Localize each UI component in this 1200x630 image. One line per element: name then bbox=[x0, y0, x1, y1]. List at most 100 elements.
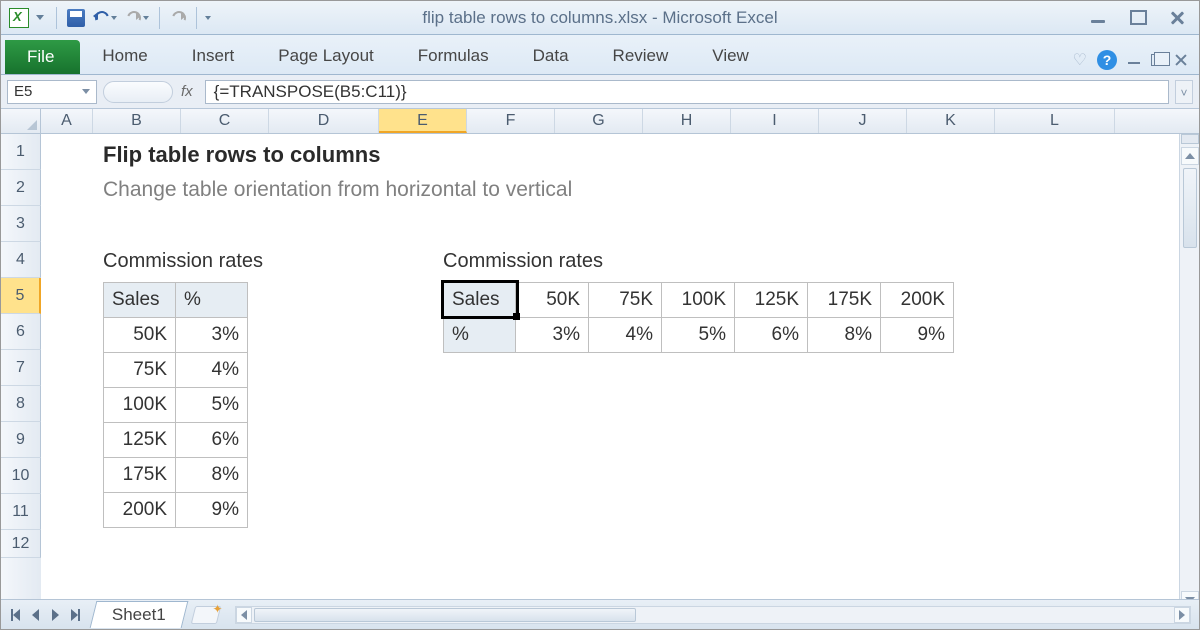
tab-view[interactable]: View bbox=[690, 38, 771, 74]
row-header-1[interactable]: 1 bbox=[1, 134, 41, 170]
col-header-F[interactable]: F bbox=[467, 109, 555, 133]
chevron-down-icon bbox=[111, 16, 117, 20]
cell[interactable]: 50K bbox=[104, 318, 176, 353]
formula-bar: E5 fx {=TRANSPOSE(B5:C11)} bbox=[1, 75, 1199, 109]
cell[interactable]: 175K bbox=[104, 458, 176, 493]
col-header-H[interactable]: H bbox=[643, 109, 731, 133]
tab-review[interactable]: Review bbox=[591, 38, 691, 74]
split-handle[interactable] bbox=[1181, 134, 1199, 144]
name-box[interactable]: E5 bbox=[7, 80, 97, 104]
scroll-up-button[interactable] bbox=[1181, 147, 1199, 165]
save-button[interactable] bbox=[64, 7, 88, 29]
cell[interactable]: 50K bbox=[516, 283, 589, 318]
first-sheet-button[interactable] bbox=[5, 605, 25, 625]
undo-button[interactable] bbox=[90, 9, 120, 27]
cell[interactable]: 175K bbox=[808, 283, 881, 318]
cell[interactable]: 100K bbox=[104, 388, 176, 423]
cell[interactable]: 6% bbox=[735, 318, 808, 353]
cell[interactable]: 9% bbox=[176, 493, 248, 528]
customize-qat-icon[interactable] bbox=[205, 16, 211, 20]
tab-insert[interactable]: Insert bbox=[170, 38, 257, 74]
row-header-3[interactable]: 3 bbox=[1, 206, 41, 242]
row-header-4[interactable]: 4 bbox=[1, 242, 41, 278]
col-header-K[interactable]: K bbox=[907, 109, 995, 133]
expand-formula-bar-button[interactable] bbox=[1175, 80, 1193, 104]
col-header-G[interactable]: G bbox=[555, 109, 643, 133]
row-header-6[interactable]: 6 bbox=[1, 314, 41, 350]
cell[interactable]: 4% bbox=[589, 318, 662, 353]
horizontal-scrollbar[interactable] bbox=[235, 606, 1191, 624]
cell[interactable]: 6% bbox=[176, 423, 248, 458]
cell[interactable]: 125K bbox=[735, 283, 808, 318]
cell[interactable]: 200K bbox=[881, 283, 954, 318]
col-header-E[interactable]: E bbox=[379, 109, 467, 133]
file-tab[interactable]: File bbox=[5, 40, 80, 74]
tab-data[interactable]: Data bbox=[511, 38, 591, 74]
cell[interactable]: 75K bbox=[589, 283, 662, 318]
scroll-thumb[interactable] bbox=[1183, 168, 1197, 248]
window-close-button[interactable] bbox=[1169, 10, 1185, 26]
page-subtitle: Change table orientation from horizontal… bbox=[103, 178, 572, 202]
window-maximize-button[interactable] bbox=[1129, 10, 1147, 26]
cell[interactable]: % bbox=[176, 283, 248, 318]
formula-input[interactable]: {=TRANSPOSE(B5:C11)} bbox=[205, 80, 1169, 104]
sheet-tab[interactable]: Sheet1 bbox=[90, 601, 189, 628]
name-box-value: E5 bbox=[14, 83, 32, 100]
tab-home[interactable]: Home bbox=[80, 38, 169, 74]
cell[interactable]: 5% bbox=[176, 388, 248, 423]
col-header-D[interactable]: D bbox=[269, 109, 379, 133]
excel-app-icon[interactable] bbox=[9, 8, 29, 28]
tab-formulas[interactable]: Formulas bbox=[396, 38, 511, 74]
cell[interactable]: 75K bbox=[104, 353, 176, 388]
workbook-close-button[interactable] bbox=[1175, 54, 1187, 66]
cell[interactable]: 9% bbox=[881, 318, 954, 353]
prev-sheet-button[interactable] bbox=[25, 605, 45, 625]
scroll-right-button[interactable] bbox=[1174, 607, 1190, 623]
chevron-down-icon[interactable] bbox=[82, 89, 90, 94]
cell[interactable]: Sales bbox=[104, 283, 176, 318]
workbook-minimize-button[interactable] bbox=[1127, 54, 1141, 66]
scroll-left-button[interactable] bbox=[236, 607, 252, 623]
row-header-10[interactable]: 10 bbox=[1, 458, 41, 494]
cell[interactable]: 8% bbox=[176, 458, 248, 493]
scroll-thumb[interactable] bbox=[254, 608, 636, 622]
cell[interactable]: 3% bbox=[516, 318, 589, 353]
help-icon[interactable]: ? bbox=[1097, 50, 1117, 70]
redo-button-disabled[interactable] bbox=[167, 9, 189, 27]
row-header-8[interactable]: 8 bbox=[1, 386, 41, 422]
row-header-9[interactable]: 9 bbox=[1, 422, 41, 458]
vertical-scrollbar[interactable] bbox=[1179, 134, 1199, 610]
row-header-5[interactable]: 5 bbox=[1, 278, 41, 314]
last-sheet-button[interactable] bbox=[65, 605, 85, 625]
window-minimize-button[interactable] bbox=[1089, 10, 1107, 26]
cell[interactable]: 3% bbox=[176, 318, 248, 353]
new-sheet-button[interactable] bbox=[191, 606, 221, 624]
cell[interactable]: 200K bbox=[104, 493, 176, 528]
next-sheet-button[interactable] bbox=[45, 605, 65, 625]
cell[interactable]: 100K bbox=[662, 283, 735, 318]
cell[interactable]: % bbox=[444, 318, 516, 353]
col-header-I[interactable]: I bbox=[731, 109, 819, 133]
redo-button[interactable] bbox=[122, 9, 152, 27]
tab-page-layout[interactable]: Page Layout bbox=[256, 38, 395, 74]
row-header-2[interactable]: 2 bbox=[1, 170, 41, 206]
col-header-A[interactable]: A bbox=[41, 109, 93, 133]
col-header-C[interactable]: C bbox=[181, 109, 269, 133]
cells-area[interactable]: Flip table rows to columns Change table … bbox=[41, 134, 1199, 610]
heart-icon[interactable]: ♡ bbox=[1073, 50, 1087, 70]
cell[interactable]: 4% bbox=[176, 353, 248, 388]
col-header-L[interactable]: L bbox=[995, 109, 1115, 133]
cell[interactable]: 8% bbox=[808, 318, 881, 353]
row-header-11[interactable]: 11 bbox=[1, 494, 41, 530]
fx-label[interactable]: fx bbox=[181, 83, 193, 100]
cell[interactable]: 125K bbox=[104, 423, 176, 458]
workbook-restore-button[interactable] bbox=[1151, 54, 1165, 66]
row-header-7[interactable]: 7 bbox=[1, 350, 41, 386]
app-menu-dropdown-icon[interactable] bbox=[36, 15, 44, 20]
col-header-B[interactable]: B bbox=[93, 109, 181, 133]
select-all-corner[interactable] bbox=[1, 109, 41, 133]
col-header-J[interactable]: J bbox=[819, 109, 907, 133]
cell[interactable]: Sales bbox=[444, 283, 516, 318]
cell[interactable]: 5% bbox=[662, 318, 735, 353]
row-header-12[interactable]: 12 bbox=[1, 530, 41, 558]
